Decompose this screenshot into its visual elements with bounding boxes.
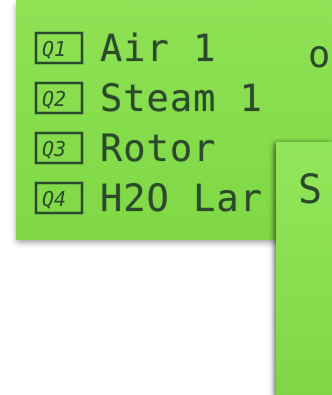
q4-icon: Q4 bbox=[34, 181, 84, 215]
q3-icon: Q3 bbox=[34, 131, 84, 165]
q2-icon: Q2 bbox=[34, 81, 84, 115]
menu-item-q4[interactable]: Q4 H2O Lar bbox=[34, 176, 263, 220]
q1-icon: Q1 bbox=[34, 31, 84, 65]
svg-text:Q3: Q3 bbox=[42, 137, 66, 161]
menu-item-q2[interactable]: Q2 Steam 1 bbox=[34, 76, 263, 120]
menu-item-q3[interactable]: Q3 Rotor bbox=[34, 126, 216, 170]
status-value: o bbox=[308, 33, 331, 76]
menu-item-label: Rotor bbox=[100, 126, 217, 170]
svg-text:Q4: Q4 bbox=[42, 187, 66, 211]
svg-text:Q2: Q2 bbox=[42, 87, 66, 111]
overlay-panel[interactable]: S bbox=[276, 142, 332, 395]
overlay-panel-text: S bbox=[298, 167, 323, 213]
menu-item-label: Steam 1 bbox=[100, 76, 263, 120]
menu-item-label: H2O Lar bbox=[100, 176, 263, 220]
menu-item-label: Air 1 bbox=[100, 26, 217, 70]
menu-item-q1[interactable]: Q1 Air 1 bbox=[34, 26, 216, 70]
svg-text:Q1: Q1 bbox=[42, 37, 66, 61]
